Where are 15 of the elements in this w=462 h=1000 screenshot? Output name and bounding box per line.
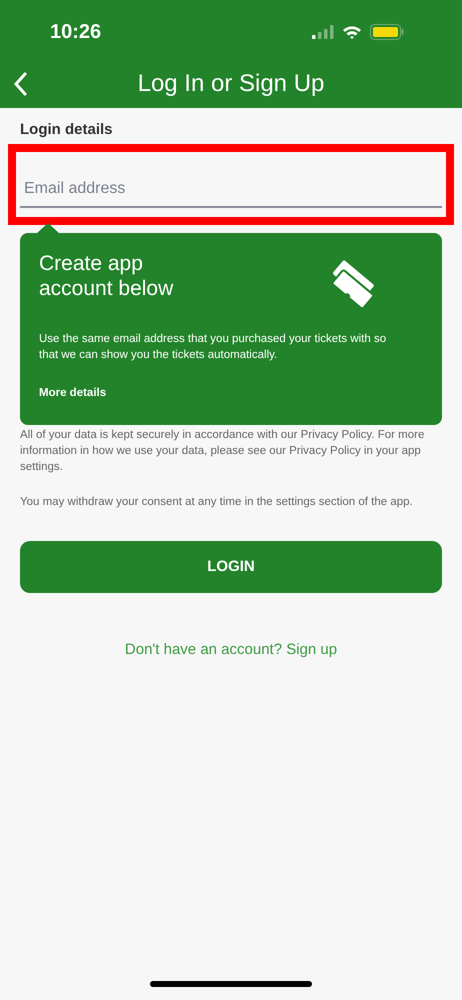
- tooltip-title: Create app account below: [39, 251, 174, 302]
- info-paragraph: All of your data is kept securely in accordance with our Privacy Policy. For more information in how we use your data, please see our Privacy Policy in your app settings.: [20, 428, 426, 475]
- info-paragraph: You may withdraw your consent at any time in the settings section of the app.: [20, 495, 414, 510]
- status-time: 10:26: [50, 20, 102, 45]
- back-icon: [13, 72, 27, 96]
- sign-up-link[interactable]: Don't have an account? Sign up: [124, 639, 338, 662]
- login-button[interactable]: LOGIN: [20, 541, 442, 593]
- wifi-icon: [342, 25, 362, 39]
- more-details-link[interactable]: More details: [39, 385, 106, 402]
- signal-icon: [312, 25, 334, 39]
- tooltip-text: Use the same email address that you purchased your tickets with so that we can show you the tickets automatically.: [39, 332, 388, 363]
- section-label: Login details: [20, 121, 113, 138]
- email-field[interactable]: Email address: [20, 172, 442, 208]
- battery-icon: [370, 24, 404, 40]
- screen-title: Log In or Sign Up: [138, 69, 324, 99]
